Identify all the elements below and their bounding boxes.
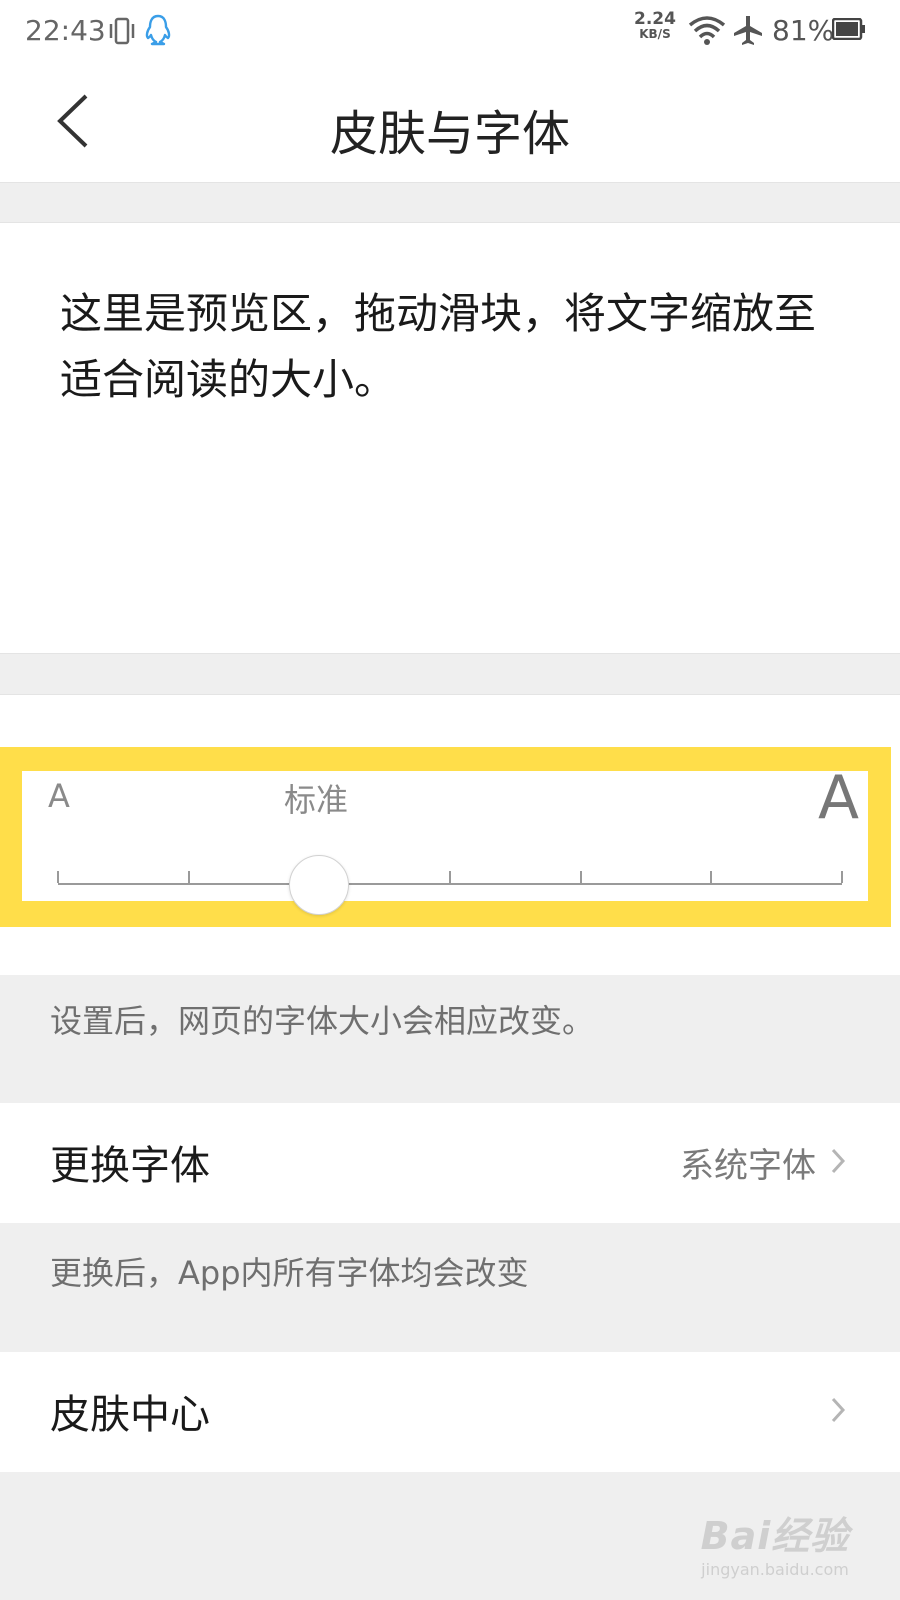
vibrate-icon [109,17,135,45]
battery-percent: 81% [772,14,835,47]
preview-area: 这里是预览区，拖动滑块，将文字缩放至适合阅读的大小。 [0,222,900,654]
slider-tick[interactable] [579,871,582,883]
skin-center-row[interactable]: 皮肤中心 [0,1352,900,1472]
qq-penguin-icon [145,14,171,46]
slider-tick[interactable] [449,871,451,883]
app-font-hint: 更换后，App内所有字体均会改变 [50,1254,529,1292]
airplane-mode-icon [734,16,762,45]
network-speed: 2.24 KB/S [634,9,676,42]
status-bar: 22:43 2.24 KB/S 81% [0,0,900,64]
slider-tick[interactable] [187,871,190,883]
font-size-section: A 标准 A [0,694,900,975]
watermark-logo: Bai经验 [700,1514,850,1558]
highlight-frame: A 标准 A [0,747,891,927]
chevron-right-icon [831,1148,846,1174]
network-speed-value: 2.24 [634,9,676,29]
current-font-value: 系统字体 [680,1146,816,1186]
change-font-row[interactable]: 更换字体 系统字体 [0,1103,900,1223]
small-font-label: A [48,777,70,815]
battery-icon [832,18,865,40]
slider-thumb[interactable] [289,855,350,915]
navigation-bar: 皮肤与字体 [0,64,900,183]
font-size-slider[interactable]: A 标准 A [22,763,868,915]
slider-tick[interactable] [841,871,843,883]
page-title: 皮肤与字体 [329,106,570,162]
watermark: Bai经验 jingyan.baidu.com [690,1505,860,1579]
change-font-label: 更换字体 [50,1143,210,1189]
status-time: 22:43 [25,14,106,47]
watermark-url: jingyan.baidu.com [701,1560,849,1579]
skin-center-label: 皮肤中心 [50,1392,210,1438]
slider-tick[interactable] [57,871,59,883]
current-size-label: 标准 [284,781,349,819]
slider-tick[interactable] [710,871,713,883]
wifi-icon [688,16,726,45]
webpage-font-hint: 设置后，网页的字体大小会相应改变。 [50,1002,595,1040]
chevron-right-icon [831,1397,846,1423]
network-speed-unit: KB/S [639,27,671,41]
slider-track[interactable] [58,883,842,885]
large-font-label: A [818,763,860,833]
preview-text: 这里是预览区，拖动滑块，将文字缩放至适合阅读的大小。 [60,289,817,404]
